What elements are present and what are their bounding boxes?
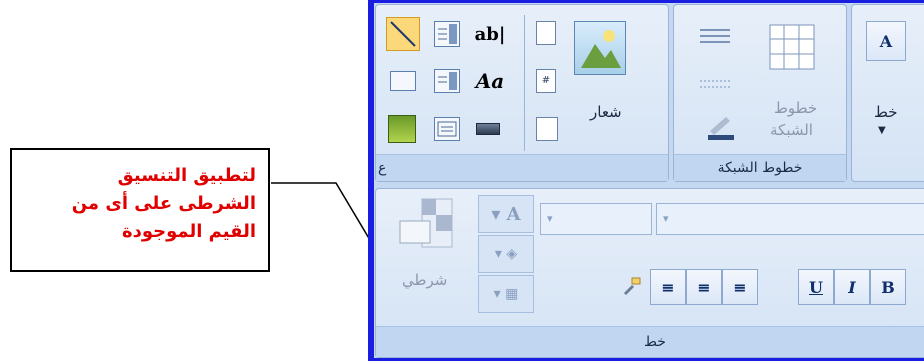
button-control-icon[interactable] <box>476 123 500 135</box>
date-time-icon[interactable] <box>536 117 558 141</box>
conditional-formatting-label: شرطي <box>402 271 448 289</box>
font-group-caption: خط <box>376 326 924 357</box>
combo-box-icon[interactable] <box>434 69 460 93</box>
list-box-icon[interactable] <box>434 21 460 47</box>
alternate-row-color-button[interactable]: ▾ ▦ <box>478 275 534 313</box>
rectangle-tool-icon[interactable] <box>390 71 416 91</box>
font-size-combo[interactable]: ▾ <box>540 203 652 235</box>
align-center-button[interactable]: ≡ <box>686 269 722 305</box>
align-right-button[interactable]: ≡ <box>722 269 758 305</box>
logo-icon[interactable] <box>574 21 626 75</box>
font-name-combo[interactable]: ▾ <box>656 203 924 235</box>
gridline-color-icon[interactable] <box>696 113 736 143</box>
text-box-glyph: ab| <box>474 23 506 45</box>
image-control-icon[interactable] <box>388 115 416 143</box>
callout-box: لتطبيق التنسيق الشرطى على أى من القيم ال… <box>10 148 270 272</box>
callout-line-2: الشرطى على أى من <box>71 193 256 214</box>
callout-line-1: لتطبيق التنسيق <box>117 165 256 186</box>
label-icon[interactable]: Aa <box>470 67 510 95</box>
font-top-group: A خط ▼ <box>851 4 924 182</box>
label-glyph: Aa <box>475 69 505 93</box>
format-painter-icon[interactable] <box>620 275 642 297</box>
gridlines-group: خطوط الشبكة خطوط الشبكة <box>673 4 847 182</box>
font-button-chevron-icon[interactable]: ▼ <box>878 125 886 136</box>
controls-group-caption: ع <box>376 154 668 181</box>
underline-button[interactable]: U <box>798 269 834 305</box>
text-box-icon[interactable]: ab| <box>470 21 510 47</box>
callout-line-3: القيم الموجودة <box>121 221 256 242</box>
fill-color-button[interactable]: ▾ ◈ <box>478 235 534 273</box>
gridlines-button-label-2: الشبكة <box>770 121 813 139</box>
insert-page-number-icon[interactable] <box>536 21 556 45</box>
font-button-icon[interactable]: A <box>866 21 906 61</box>
controls-group: ab| Aa # شعار ع <box>375 4 669 182</box>
font-group: شرطي ▾ A ▾ ◈ ▾ ▦ ▾ ▾ ≡ ≡ ≡ U I B خط <box>375 188 924 358</box>
tab-control-icon[interactable] <box>434 117 460 141</box>
font-button-label: خط <box>874 103 898 121</box>
controls-separator <box>524 15 525 151</box>
gridline-style-icon[interactable] <box>696 27 730 45</box>
gridlines-group-caption: خطوط الشبكة <box>674 154 846 181</box>
font-color-button[interactable]: ▾ A <box>478 195 534 233</box>
logo-label: شعار <box>590 103 622 121</box>
line-tool-icon[interactable] <box>386 17 420 51</box>
page-number-icon[interactable]: # <box>536 69 556 93</box>
gridline-width-icon[interactable] <box>696 77 730 95</box>
align-left-button[interactable]: ≡ <box>650 269 686 305</box>
ribbon: ab| Aa # شعار ع خطوط الشبكة خطوط الشبكة <box>368 0 924 361</box>
conditional-formatting-icon[interactable] <box>398 197 454 249</box>
bold-button[interactable]: B <box>870 269 906 305</box>
italic-button[interactable]: I <box>834 269 870 305</box>
gridlines-icon[interactable] <box>768 23 816 71</box>
callout-text: لتطبيق التنسيق الشرطى على أى من القيم ال… <box>24 162 256 246</box>
gridlines-button-label-1: خطوط <box>774 99 818 117</box>
